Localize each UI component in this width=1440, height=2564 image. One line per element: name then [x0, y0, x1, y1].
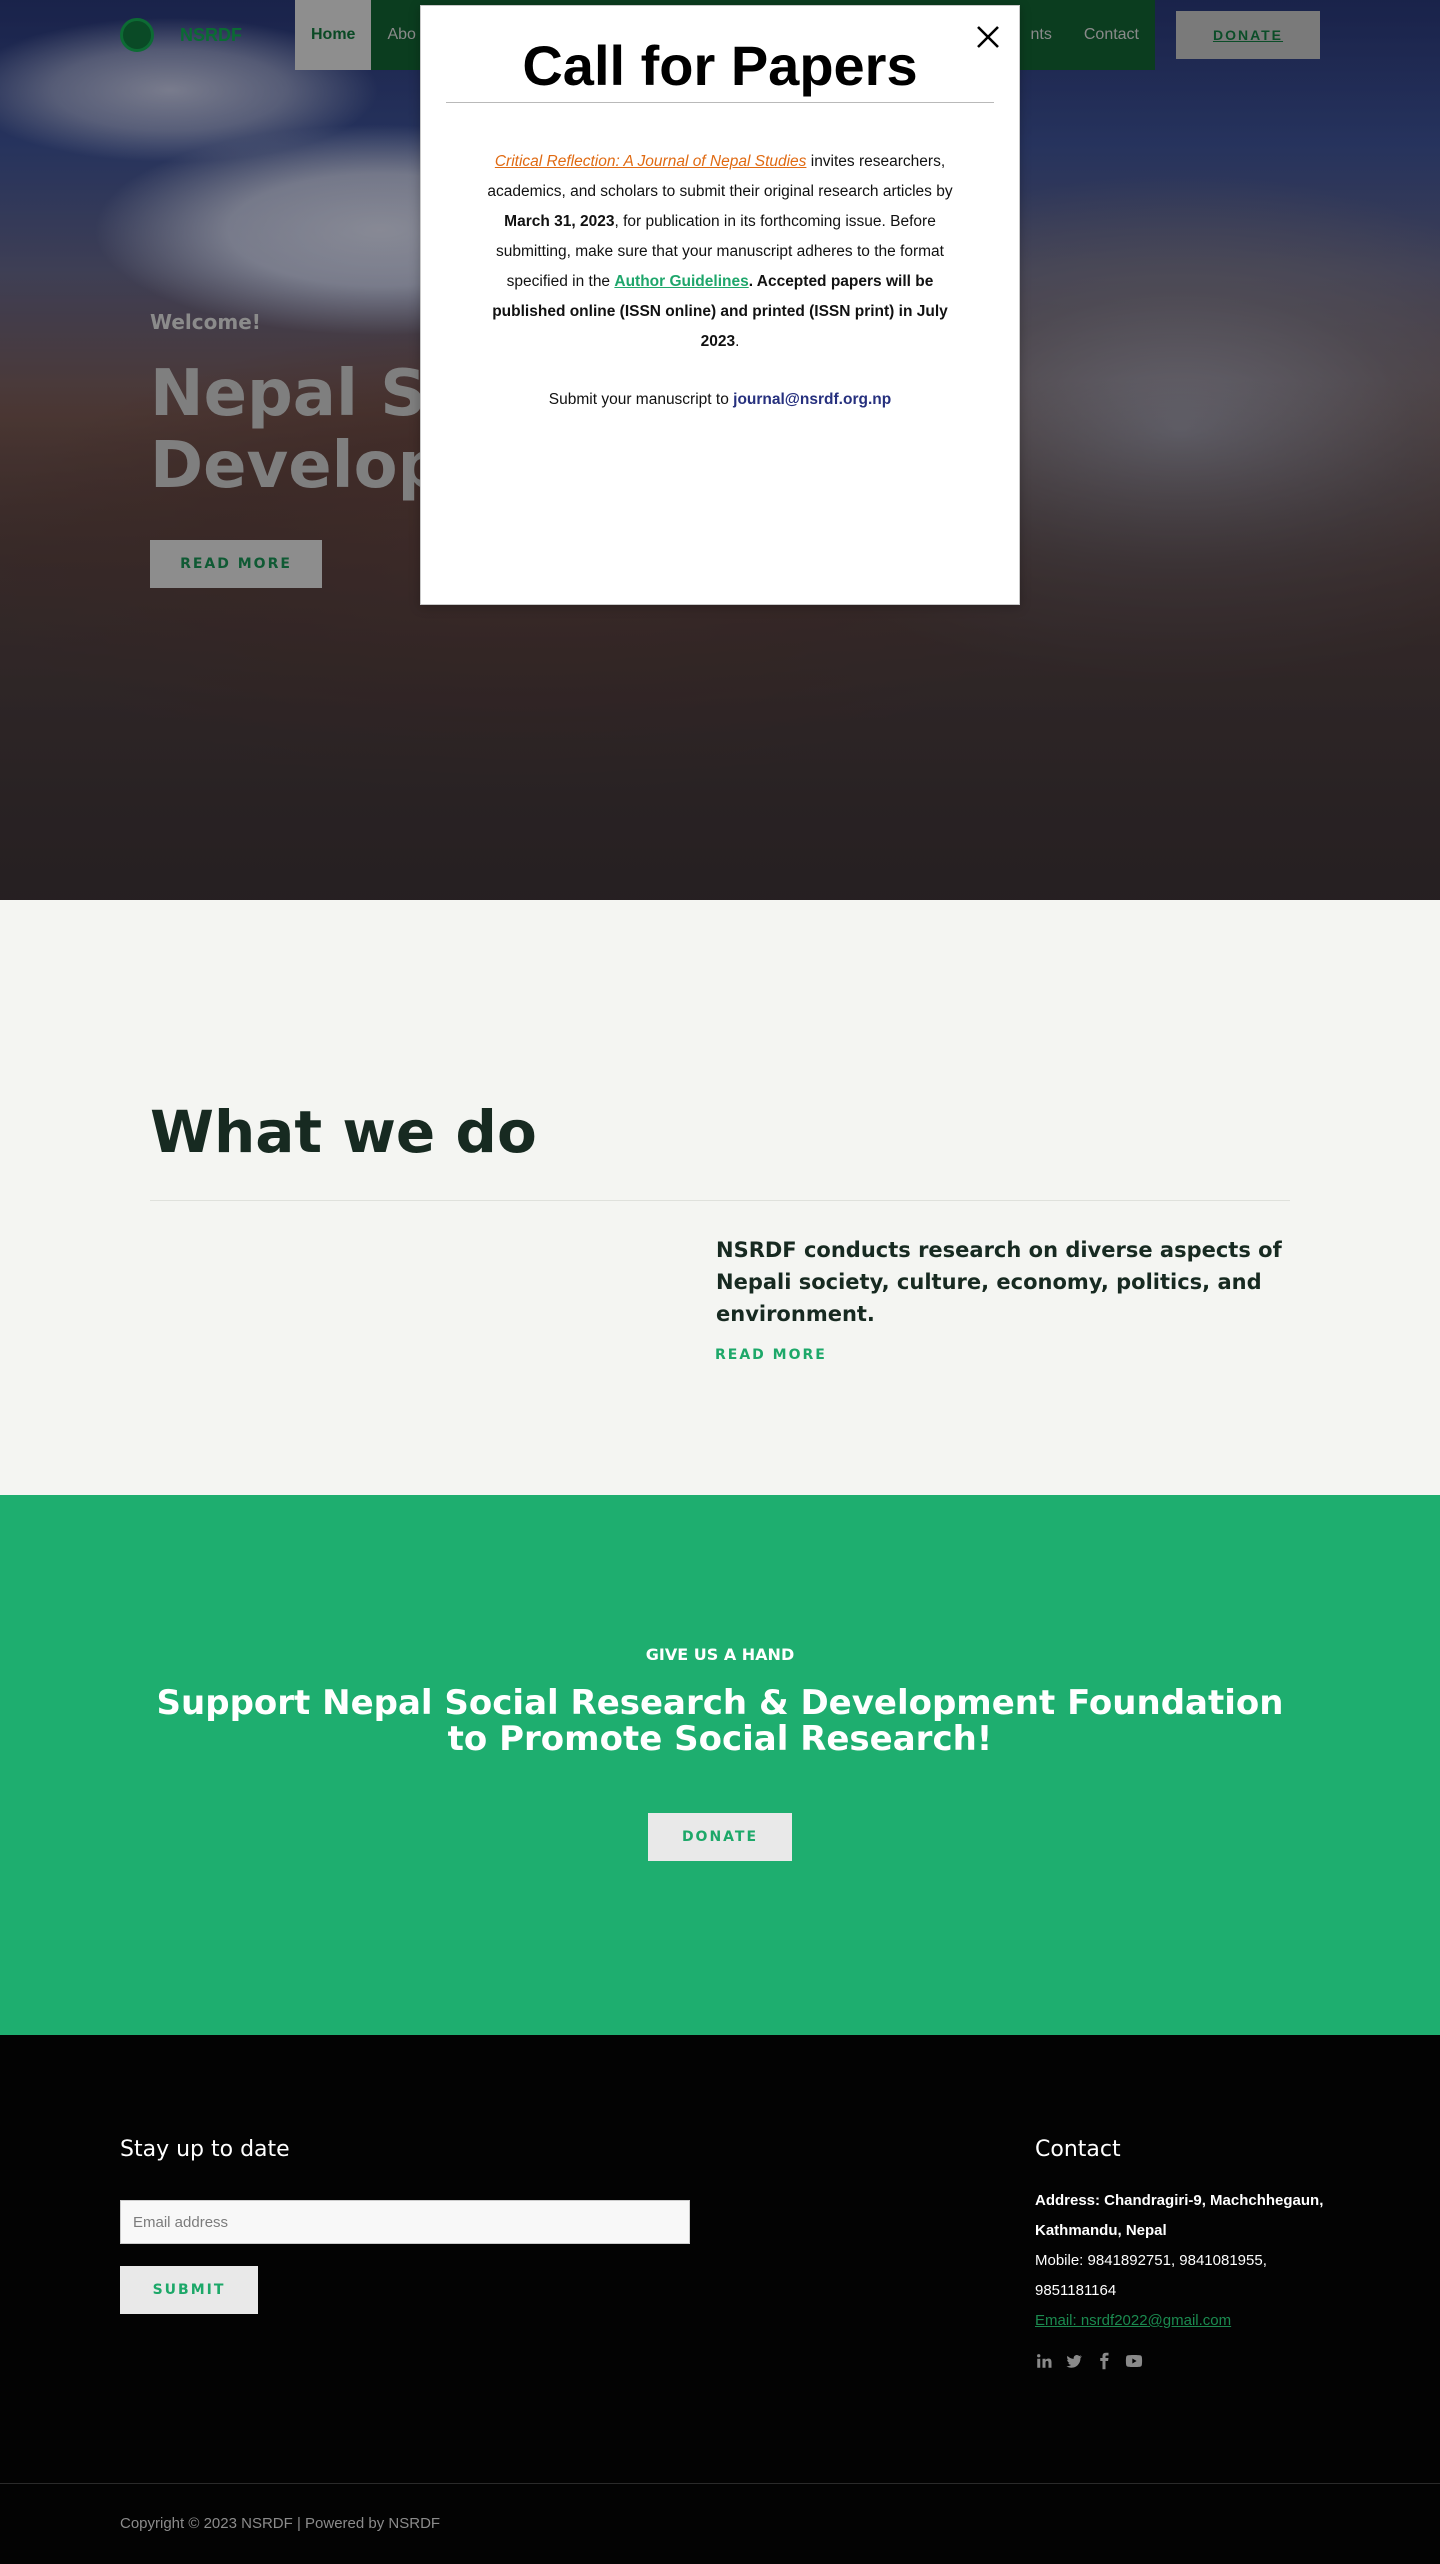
- support-section: GIVE US A HAND Support Nepal Social Rese…: [0, 1495, 1440, 2035]
- newsletter-title: Stay up to date: [120, 2137, 290, 2162]
- site-logo[interactable]: NSRDF: [120, 18, 242, 52]
- footer-divider: [0, 2483, 1440, 2484]
- call-text-4: .: [735, 333, 740, 350]
- modal-body: Critical Reflection: A Journal of Nepal …: [480, 147, 960, 415]
- hero-read-more-button[interactable]: READ MORE: [150, 540, 322, 588]
- modal-title: Call for Papers: [522, 34, 918, 97]
- what-we-do-divider: [150, 1200, 1290, 1201]
- close-icon: [977, 26, 999, 48]
- modal-close-button[interactable]: [971, 20, 1005, 54]
- submission-email-link[interactable]: journal@nsrdf.org.np: [733, 391, 891, 408]
- what-we-do-read-more-link[interactable]: READ MORE: [715, 1347, 827, 1363]
- newsletter-email-input[interactable]: [120, 2200, 690, 2244]
- newsletter-submit-button[interactable]: SUBMIT: [120, 2266, 258, 2314]
- author-guidelines-link[interactable]: Author Guidelines: [614, 273, 748, 290]
- contact-block: Contact Address: Chandragiri-9, Machchhe…: [1035, 2137, 1335, 2370]
- social-links: [1035, 2352, 1335, 2370]
- support-title: Support Nepal Social Research & Developm…: [156, 1683, 1284, 1759]
- youtube-icon[interactable]: [1125, 2352, 1143, 2370]
- what-we-do-title: What we do: [150, 1098, 537, 1166]
- site-footer: Stay up to date SUBMIT Contact Address: …: [0, 2035, 1440, 2564]
- contact-email-link[interactable]: Email: nsrdf2022@gmail.com: [1035, 2312, 1231, 2329]
- linkedin-icon[interactable]: [1035, 2352, 1053, 2370]
- newsletter-block: Stay up to date: [120, 2137, 290, 2162]
- modal-divider: [446, 102, 994, 103]
- nav-item-home[interactable]: Home: [295, 0, 372, 70]
- what-we-do-section: What we do NSRDF conducts research on di…: [0, 900, 1440, 1495]
- contact-title: Contact: [1035, 2137, 1121, 2162]
- nav-item-events[interactable]: nts: [1015, 0, 1068, 70]
- logo-mark-icon: [120, 18, 154, 52]
- submit-text: Submit your manuscript to: [548, 391, 734, 408]
- nav-item-contact[interactable]: Contact: [1068, 0, 1155, 70]
- call-description: Critical Reflection: A Journal of Nepal …: [480, 147, 960, 357]
- contact-details: Address: Chandragiri-9, Machchhegaun, Ka…: [1035, 2186, 1335, 2336]
- copyright-text: Copyright © 2023 NSRDF | Powered by NSRD…: [120, 2515, 441, 2532]
- facebook-icon[interactable]: [1095, 2352, 1113, 2370]
- submit-line: Submit your manuscript to journal@nsrdf.…: [480, 385, 960, 415]
- contact-address: Address: Chandragiri-9, Machchhegaun, Ka…: [1035, 2192, 1324, 2239]
- logo-text: NSRDF: [180, 24, 242, 45]
- support-donate-button[interactable]: DONATE: [648, 1813, 792, 1861]
- nav-donate-button[interactable]: DONATE: [1176, 11, 1320, 59]
- support-eyebrow: GIVE US A HAND: [645, 1645, 795, 1664]
- deadline-date: March 31, 2023: [504, 213, 615, 230]
- twitter-icon[interactable]: [1065, 2352, 1083, 2370]
- journal-link[interactable]: Critical Reflection: A Journal of Nepal …: [495, 153, 807, 170]
- what-we-do-description: NSRDF conducts research on diverse aspec…: [716, 1238, 1282, 1326]
- call-for-papers-modal: Call for Papers Critical Reflection: A J…: [420, 5, 1020, 605]
- contact-mobile: Mobile: 9841892751, 9841081955, 98511811…: [1035, 2252, 1267, 2299]
